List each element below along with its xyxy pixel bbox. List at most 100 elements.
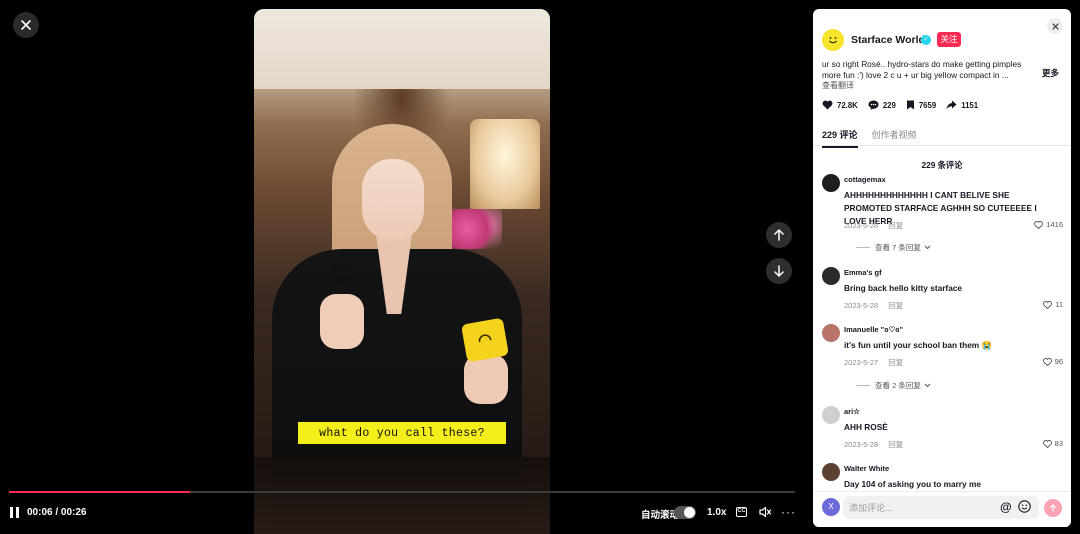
reply-button[interactable]: 回复: [888, 221, 903, 230]
close-icon: [1051, 22, 1059, 30]
comment-like-button[interactable]: 11: [1043, 300, 1063, 309]
commenter-avatar[interactable]: [822, 267, 840, 285]
comment-count: 229: [882, 100, 896, 110]
view-replies-button[interactable]: 查看 2 条回复: [856, 380, 931, 391]
video-flowers: [452, 209, 502, 249]
reply-button[interactable]: 回复: [888, 358, 903, 367]
translate-link[interactable]: 查看翻译: [822, 80, 854, 91]
progress-fill: [9, 491, 190, 493]
panel-close-button[interactable]: [1047, 18, 1063, 34]
emoji-icon[interactable]: [1018, 500, 1031, 513]
commenter-avatar[interactable]: [822, 406, 840, 424]
pause-icon-bar: [10, 507, 13, 518]
description-more-link[interactable]: 更多: [1042, 67, 1059, 79]
commenter-avatar[interactable]: [822, 324, 840, 342]
heart-outline-icon: [1042, 357, 1052, 366]
share-arrow-icon: [946, 100, 957, 110]
video-player: ★★ ★★ ◠ what do you call these? 00:06 / …: [0, 0, 808, 534]
comment-meta: 2023-5-28 回复: [844, 300, 903, 311]
video-background-top: [254, 9, 550, 89]
volume-muted-icon[interactable]: [758, 505, 772, 519]
author-avatar[interactable]: [822, 29, 844, 51]
comment-date: 2023-5-28: [844, 221, 879, 230]
previous-video-button[interactable]: [766, 222, 792, 248]
bookmark-icon: [906, 100, 914, 110]
commenter-name[interactable]: ari☆: [844, 407, 860, 416]
chevron-down-icon: [924, 245, 931, 250]
yellow-compact-icon: ◠: [461, 317, 509, 363]
comment-text: Day 104 of asking you to marry me: [844, 479, 981, 489]
current-user-avatar[interactable]: X: [822, 498, 840, 516]
commenter-name[interactable]: Walter White: [844, 464, 889, 473]
reply-button[interactable]: 回复: [888, 301, 903, 310]
reply-button[interactable]: 回复: [888, 440, 903, 449]
heart-icon: [822, 100, 833, 110]
save-button[interactable]: 7659: [906, 100, 936, 110]
commenter-avatar[interactable]: [822, 174, 840, 192]
close-icon: [21, 20, 31, 30]
verified-badge-icon: ✓: [921, 35, 931, 45]
comment-like-count: 96: [1054, 357, 1063, 366]
heart-outline-icon: [1042, 439, 1052, 448]
commenter-avatar[interactable]: [822, 463, 840, 481]
share-button[interactable]: 1151: [946, 100, 978, 110]
video-lamp: [470, 119, 540, 209]
comment-like-count: 1416: [1046, 220, 1063, 229]
close-player-button[interactable]: [13, 12, 39, 38]
comment-meta: 2023-5-27 回复: [844, 357, 903, 368]
commenter-name[interactable]: Emma's gf: [844, 268, 882, 277]
pause-icon-bar: [16, 507, 19, 518]
comment-like-button[interactable]: 96: [1042, 357, 1063, 366]
send-comment-button[interactable]: [1044, 499, 1062, 517]
save-count: 7659: [918, 100, 937, 110]
like-button[interactable]: 72.8K: [822, 100, 858, 110]
smiley-icon: [829, 37, 837, 44]
like-count: 72.8K: [837, 100, 858, 110]
view-replies-label: 查看 2 条回复: [875, 381, 921, 390]
follow-button[interactable]: 关注: [937, 32, 961, 47]
video-caption: what do you call these?: [298, 422, 506, 444]
captions-icon[interactable]: CC: [736, 507, 747, 517]
arrow-up-icon: [1049, 504, 1057, 512]
playback-speed-button[interactable]: 1.0x: [707, 507, 726, 518]
star-stickers-icon: ★★ ★★: [332, 262, 357, 287]
share-count: 1151: [961, 100, 979, 110]
comment-button[interactable]: 229: [868, 100, 896, 110]
comment-text: AHH ROSÈ: [844, 422, 888, 432]
video-person-hand-left: [320, 294, 364, 349]
comment-bubble-icon: [868, 100, 879, 110]
view-replies-label: 查看 7 条回复: [875, 243, 921, 252]
player-controls: 00:06 / 00:26 自动滚动 1.0x CC ···: [0, 502, 808, 524]
autoscroll-toggle[interactable]: [674, 506, 696, 519]
more-options-button[interactable]: ···: [781, 505, 796, 519]
engagement-stats: 72.8K 229 7659 1151: [822, 100, 988, 110]
author-name[interactable]: Starface World: [851, 34, 925, 46]
arrow-down-icon: [774, 265, 784, 277]
pause-button[interactable]: [10, 507, 22, 519]
commenter-name[interactable]: Imanuelle "ʚ♡ɞ": [844, 325, 903, 334]
comment-text: Bring back hello kitty starface: [844, 283, 963, 293]
playback-time: 00:06 / 00:26: [27, 507, 87, 518]
mention-icon[interactable]: @: [1000, 500, 1012, 514]
comment-meta: 2023-5-28 回复: [844, 439, 903, 450]
comment-text: it's fun until your school ban them 😭: [844, 340, 992, 350]
heart-outline-icon: [1034, 220, 1044, 229]
next-video-button[interactable]: [766, 258, 792, 284]
commenter-name[interactable]: cottagemax: [844, 175, 886, 184]
comment-like-button[interactable]: 1416: [1034, 220, 1063, 229]
comment-like-count: 83: [1054, 439, 1063, 448]
comment-input-bar: X @: [813, 491, 1071, 527]
divider: [813, 145, 1071, 146]
arrow-up-icon: [774, 229, 784, 241]
view-replies-button[interactable]: 查看 7 条回复: [856, 242, 931, 253]
comment-like-count: 11: [1055, 300, 1063, 309]
comment-date: 2023-5-27: [844, 358, 879, 367]
progress-bar[interactable]: [9, 491, 795, 493]
details-panel: Starface World ✓ 关注 ur so right Rosé.. h…: [813, 9, 1071, 527]
video-frame[interactable]: ★★ ★★ ◠ what do you call these?: [254, 9, 550, 534]
chevron-down-icon: [924, 383, 931, 388]
comment-like-button[interactable]: 83: [1042, 439, 1063, 448]
comment-date: 2023-5-28: [844, 440, 879, 449]
comment-meta: 2023-5-28 回复: [844, 220, 903, 231]
comment-date: 2023-5-28: [844, 301, 879, 310]
